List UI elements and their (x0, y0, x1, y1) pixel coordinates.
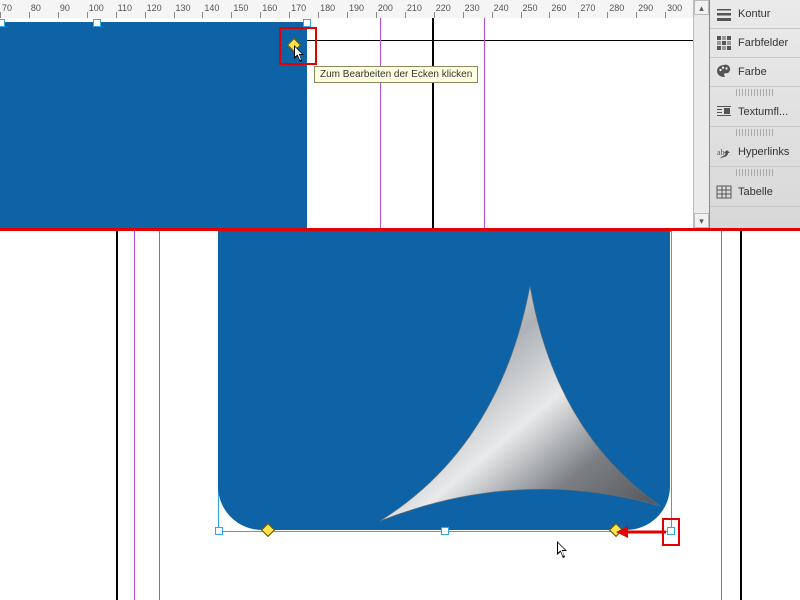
ruler-tick: 200 (378, 3, 393, 13)
text-wrap-icon (716, 104, 732, 120)
tooltip: Zum Bearbeiten der Ecken klicken (314, 66, 478, 83)
ruler-tick: 190 (349, 3, 364, 13)
selection-handle[interactable] (303, 19, 311, 27)
scroll-up-arrow-icon[interactable]: ▴ (694, 0, 709, 15)
page-edge (116, 231, 118, 600)
panel-tab-kontur[interactable]: Kontur (710, 0, 800, 29)
selection-handle[interactable] (0, 19, 5, 27)
ruler-tick: 230 (465, 3, 480, 13)
lower-screenshot (0, 231, 800, 600)
panel-label: Tabelle (738, 186, 773, 198)
panel-label: Farbe (738, 66, 767, 78)
selection-handle[interactable] (93, 19, 101, 27)
upper-canvas[interactable]: Zum Bearbeiten der Ecken klicken (0, 18, 694, 228)
margin-guide (380, 18, 381, 228)
ruler-tick: 140 (204, 3, 219, 13)
ruler-tick: 250 (523, 3, 538, 13)
hyperlinks-icon: abc (716, 144, 732, 160)
blue-rectangle-object[interactable] (0, 22, 307, 228)
ruler-tick: 240 (494, 3, 509, 13)
ruler-tick: 70 (2, 3, 12, 13)
panel-tab-textumfluss[interactable]: Textumfl... (710, 98, 800, 127)
ruler-tick: 260 (551, 3, 566, 13)
panel-grip[interactable] (736, 129, 774, 136)
panel-label: Hyperlinks (738, 146, 789, 158)
scroll-down-arrow-icon[interactable]: ▾ (694, 213, 709, 228)
panel-label: Farbfelder (738, 37, 788, 49)
ruler-tick: 300 (667, 3, 682, 13)
cursor-arrow-icon (557, 541, 569, 559)
ruler-tick: 270 (580, 3, 595, 13)
selection-handle[interactable] (441, 527, 449, 535)
panel-label: Textumfl... (738, 106, 788, 118)
ruler-tick: 280 (609, 3, 624, 13)
ruler-tick: 220 (436, 3, 451, 13)
ruler-tick: 110 (118, 3, 132, 13)
cursor-arrow-icon (294, 45, 306, 63)
ruler-tick: 130 (176, 3, 191, 13)
upper-screenshot: 70 80 90 100 110 120 130 140 150 160 170 180 190 200 2… (0, 0, 800, 228)
swatches-icon (716, 35, 732, 51)
ruler-tick: 180 (320, 3, 335, 13)
panel-label: Kontur (738, 8, 770, 20)
stroke-icon (716, 6, 732, 22)
ruler-tick: 80 (31, 3, 41, 13)
vertical-scrollbar[interactable]: ▴ ▾ (693, 0, 709, 228)
panel-tab-farbe[interactable]: Farbe (710, 58, 800, 87)
color-icon (716, 64, 732, 80)
ruler-tick: 210 (407, 3, 422, 13)
ruler-tick: 100 (89, 3, 104, 13)
panel-grip[interactable] (736, 169, 774, 176)
ruler-tick: 160 (262, 3, 277, 13)
panels-column: Kontur Farbfelder Farbe Textumfl... abc (709, 0, 800, 228)
ruler-tick: 290 (638, 3, 653, 13)
margin-guide (721, 231, 722, 600)
ruler-tick: 170 (291, 3, 306, 13)
ruler-tick: 90 (60, 3, 70, 13)
panel-grip[interactable] (736, 89, 774, 96)
horizontal-ruler: 70 80 90 100 110 120 130 140 150 160 170 180 190 200 2… (0, 0, 694, 19)
margin-guide (484, 18, 485, 228)
margin-guide (159, 231, 160, 600)
drag-direction-arrow-icon (616, 525, 668, 539)
panel-tab-hyperlinks[interactable]: abc Hyperlinks (710, 138, 800, 167)
ruler-tick: 150 (233, 3, 248, 13)
table-icon (716, 184, 732, 200)
panel-tab-farbfelder[interactable]: Farbfelder (710, 29, 800, 58)
selection-handle[interactable] (215, 527, 223, 535)
page-curl-graphic (360, 271, 680, 551)
page-edge (740, 231, 742, 600)
panel-tab-tabelle[interactable]: Tabelle (710, 178, 800, 207)
ruler-tick: 120 (147, 3, 162, 13)
page-edge-right (432, 18, 434, 228)
margin-guide (134, 231, 135, 600)
